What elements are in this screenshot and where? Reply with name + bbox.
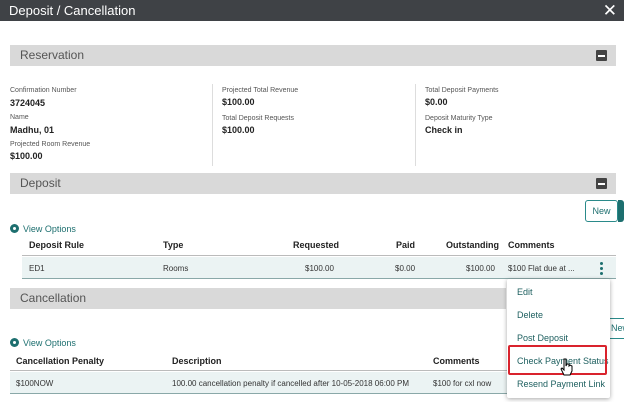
requested-cell: $100.00	[305, 264, 334, 273]
row-actions-menu: Edit Delete Post Deposit Check Payment S…	[507, 279, 610, 398]
projected-total-revenue-value: $100.00	[222, 97, 255, 107]
cancellation-penalty-cell: $100NOW	[16, 379, 54, 388]
menu-item-edit[interactable]: Edit	[517, 287, 533, 297]
deposit-new-label: New	[592, 206, 611, 216]
menu-item-delete[interactable]: Delete	[517, 310, 543, 320]
menu-item-resend-payment-link[interactable]: Resend Payment Link	[517, 379, 605, 389]
cancellation-view-options-label: View Options	[23, 338, 76, 348]
column-header-cancellation-penalty[interactable]: Cancellation Penalty	[16, 356, 104, 366]
column-header-outstanding[interactable]: Outstanding	[446, 240, 499, 250]
cancellation-view-options[interactable]: View Options	[10, 338, 76, 348]
column-header-type[interactable]: Type	[163, 240, 183, 250]
projected-room-revenue-value: $100.00	[10, 151, 43, 161]
deposit-maturity-type-label: Deposit Maturity Type	[425, 115, 493, 122]
column-divider	[415, 84, 416, 166]
projected-total-revenue-label: Projected Total Revenue	[222, 87, 299, 94]
column-header-comments[interactable]: Comments	[508, 240, 555, 250]
cancellation-section-header[interactable]: Cancellation	[10, 288, 506, 309]
new-dropdown-icon[interactable]	[618, 200, 624, 222]
dialog-title: Deposit / Cancellation	[9, 3, 136, 18]
total-deposit-payments-value: $0.00	[425, 97, 448, 107]
total-deposit-requests-value: $100.00	[222, 125, 255, 135]
column-header-paid[interactable]: Paid	[396, 240, 415, 250]
reservation-header-label: Reservation	[20, 48, 85, 62]
confirmation-number-label: Confirmation Number	[10, 87, 77, 94]
comments-cell: $100 for cxl now	[433, 379, 492, 388]
projected-room-revenue-label: Projected Room Revenue	[10, 141, 91, 148]
hand-cursor-icon	[560, 358, 573, 376]
confirmation-number-value: 3724045	[10, 98, 46, 108]
gear-icon	[10, 224, 19, 233]
outstanding-cell: $100.00	[466, 264, 495, 273]
collapse-icon[interactable]	[596, 50, 607, 61]
cancellation-header-label: Cancellation	[20, 291, 87, 305]
total-deposit-payments-label: Total Deposit Payments	[425, 87, 499, 94]
deposit-section-header[interactable]: Deposit	[10, 173, 616, 194]
name-value: Madhu, 01	[10, 125, 55, 135]
cancellation-new-label: New	[611, 323, 624, 333]
menu-item-highlight	[508, 345, 607, 375]
name-label: Name	[10, 114, 29, 121]
collapse-icon[interactable]	[596, 178, 607, 189]
deposit-view-options-label: View Options	[23, 224, 76, 234]
column-header-deposit-rule[interactable]: Deposit Rule	[29, 240, 84, 250]
column-header-comments[interactable]: Comments	[433, 356, 480, 366]
dialog-titlebar: Deposit / Cancellation ✕	[0, 0, 624, 21]
column-header-requested[interactable]: Requested	[293, 240, 339, 250]
deposit-header-label: Deposit	[20, 176, 61, 190]
column-header-description[interactable]: Description	[172, 356, 222, 366]
description-cell: 100.00 cancellation penalty if cancelled…	[172, 379, 410, 388]
total-deposit-requests-label: Total Deposit Requests	[222, 115, 294, 122]
table-header-divider	[22, 255, 616, 256]
reservation-section-header[interactable]: Reservation	[10, 45, 616, 66]
deposit-view-options[interactable]: View Options	[10, 224, 76, 234]
row-actions-icon[interactable]	[600, 262, 603, 277]
gear-icon	[10, 338, 19, 347]
deposit-maturity-type-value: Check in	[425, 125, 463, 135]
column-divider	[212, 84, 213, 166]
table-header-divider	[10, 370, 510, 371]
close-icon[interactable]: ✕	[603, 0, 617, 21]
paid-cell: $0.00	[395, 264, 416, 273]
type-cell: Rooms	[163, 264, 189, 273]
comments-cell: $100 Flat due at ...	[508, 264, 575, 273]
deposit-new-button[interactable]: New	[585, 200, 618, 222]
deposit-rule-cell: ED1	[29, 264, 45, 273]
menu-item-post-deposit[interactable]: Post Deposit	[517, 333, 568, 343]
